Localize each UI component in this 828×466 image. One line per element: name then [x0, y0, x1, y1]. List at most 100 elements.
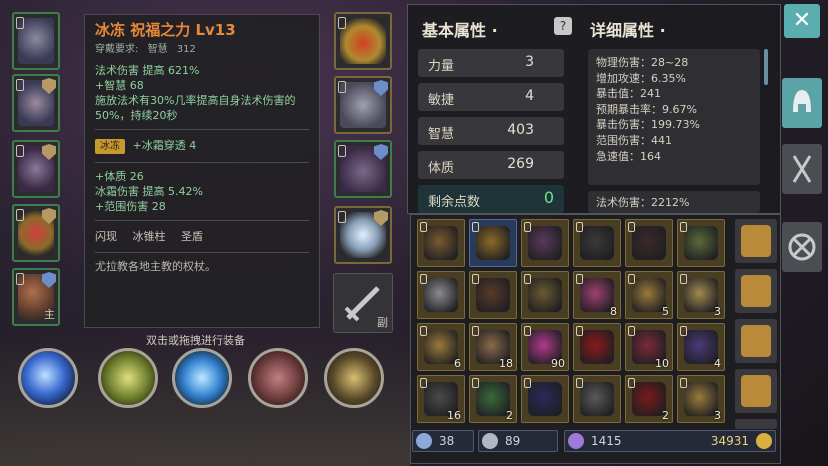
help-icon[interactable]: ?	[554, 17, 572, 35]
detail-line: 预期暴击率：9.67%	[596, 102, 697, 116]
inventory-slot[interactable]	[573, 323, 621, 371]
equip-slot-ring[interactable]	[334, 206, 392, 264]
inventory-slot[interactable]	[521, 219, 569, 267]
equip-slot-helmet[interactable]	[12, 12, 60, 70]
lock-icon	[420, 222, 427, 232]
tab-targeting[interactable]	[782, 222, 822, 272]
item-count: 10	[655, 357, 669, 370]
item-icon	[684, 278, 718, 312]
item-icon	[580, 330, 614, 364]
attack-count: 38	[412, 430, 474, 452]
item-title: 冰冻 祝福之力 Lv13	[95, 21, 236, 39]
bag-slot[interactable]	[735, 319, 777, 363]
inventory-slot[interactable]	[573, 375, 621, 423]
inventory-slot[interactable]	[417, 271, 465, 319]
inventory-slot[interactable]: 3	[677, 271, 725, 319]
inventory-slot[interactable]	[677, 219, 725, 267]
skill-name: 圣盾	[181, 230, 203, 243]
item-icon	[632, 226, 666, 260]
item-icon	[424, 330, 458, 364]
equip-slot-weapon-main[interactable]: 主	[12, 268, 60, 326]
item-count: 2	[506, 409, 513, 422]
tag-effect: +冰霜穿透 4	[132, 139, 197, 152]
pet-icon	[482, 433, 498, 449]
lock-icon	[628, 274, 635, 284]
skill-nature[interactable]	[98, 348, 158, 408]
free-points-value: 0	[543, 188, 554, 207]
item-stat-line: 法术伤害 提高 621%	[95, 64, 200, 77]
bag-slot[interactable]	[735, 369, 777, 413]
inventory-slot[interactable]: 8	[573, 271, 621, 319]
skill-lightning-orb[interactable]	[324, 348, 384, 408]
inventory-slot[interactable]	[469, 271, 517, 319]
item-icon	[528, 382, 562, 416]
lock-icon	[628, 326, 635, 336]
bag-icon	[741, 225, 771, 257]
inventory-slot[interactable]: 4	[677, 323, 725, 371]
slot-label-offhand: 副	[377, 316, 388, 329]
bag-icon	[741, 325, 771, 357]
tab-crafting[interactable]	[782, 144, 822, 194]
inventory-slot[interactable]: 10	[625, 323, 673, 371]
detail-extra: 法术伤害：2212%	[588, 191, 760, 213]
basic-attributes-title: 基本属性 ·	[422, 21, 498, 40]
inventory-slot[interactable]	[625, 219, 673, 267]
equip-slot-armor[interactable]	[12, 74, 60, 132]
skill-ice-shard[interactable]	[18, 348, 78, 408]
lock-icon	[16, 209, 24, 221]
inventory-slot[interactable]: 5	[625, 271, 673, 319]
lock-icon	[420, 326, 427, 336]
inventory-slot[interactable]: 2	[469, 375, 517, 423]
inventory-slot[interactable]	[573, 219, 621, 267]
bag-icon	[741, 375, 771, 407]
inventory-slot[interactable]	[417, 219, 465, 267]
inventory-slot[interactable]: 16	[417, 375, 465, 423]
lock-icon	[16, 273, 24, 285]
item-stat-line: +智慧 68	[95, 79, 144, 92]
item-icon	[424, 278, 458, 312]
equip-slot-gloves[interactable]	[334, 76, 392, 134]
bag-slot[interactable]	[735, 419, 777, 429]
inventory-slot[interactable]: 3	[677, 375, 725, 423]
equip-slot-cape[interactable]	[12, 140, 60, 198]
gem-icon	[568, 433, 584, 449]
divider	[95, 162, 309, 163]
inventory-slot[interactable]: 6	[417, 323, 465, 371]
inventory-slot[interactable]	[521, 375, 569, 423]
skill-blood[interactable]	[248, 348, 308, 408]
close-button[interactable]: ✕	[784, 4, 820, 38]
skill-name: 冰锥柱	[132, 230, 166, 243]
lock-icon	[576, 326, 583, 336]
inventory-slot[interactable]: 90	[521, 323, 569, 371]
item-count: 5	[662, 305, 669, 318]
item-stat-line: +范围伤害 28	[95, 200, 166, 213]
inventory-slot[interactable]	[469, 219, 517, 267]
equip-slot-necklace[interactable]	[334, 12, 392, 70]
item-icon	[684, 330, 718, 364]
skill-frost-hand[interactable]	[172, 348, 232, 408]
item-flavor-text: 尤拉教各地主教的权杖。	[95, 260, 216, 273]
stat-constitution: 体质 269	[418, 151, 564, 179]
scrollbar[interactable]	[764, 49, 768, 85]
item-icon	[580, 226, 614, 260]
item-icon	[476, 226, 510, 260]
tab-equipment[interactable]	[782, 78, 822, 128]
item-count: 16	[447, 409, 461, 422]
equip-slot-amulet[interactable]	[12, 204, 60, 262]
lock-icon	[472, 274, 479, 284]
equip-slot-offhand[interactable]: 副	[333, 273, 393, 333]
lock-icon	[420, 378, 427, 388]
inventory-slot[interactable]	[521, 271, 569, 319]
lock-icon	[472, 326, 479, 336]
bag-slot[interactable]	[735, 219, 777, 263]
inventory-slot[interactable]: 18	[469, 323, 517, 371]
lock-icon	[680, 326, 687, 336]
pet-value: 89	[505, 434, 521, 448]
item-icon	[684, 382, 718, 416]
equip-slot-boots[interactable]	[334, 140, 392, 198]
inventory-slot[interactable]: 2	[625, 375, 673, 423]
item-count: 4	[714, 357, 721, 370]
lock-icon	[576, 222, 583, 232]
lock-icon	[338, 145, 346, 157]
bag-slot[interactable]	[735, 269, 777, 313]
